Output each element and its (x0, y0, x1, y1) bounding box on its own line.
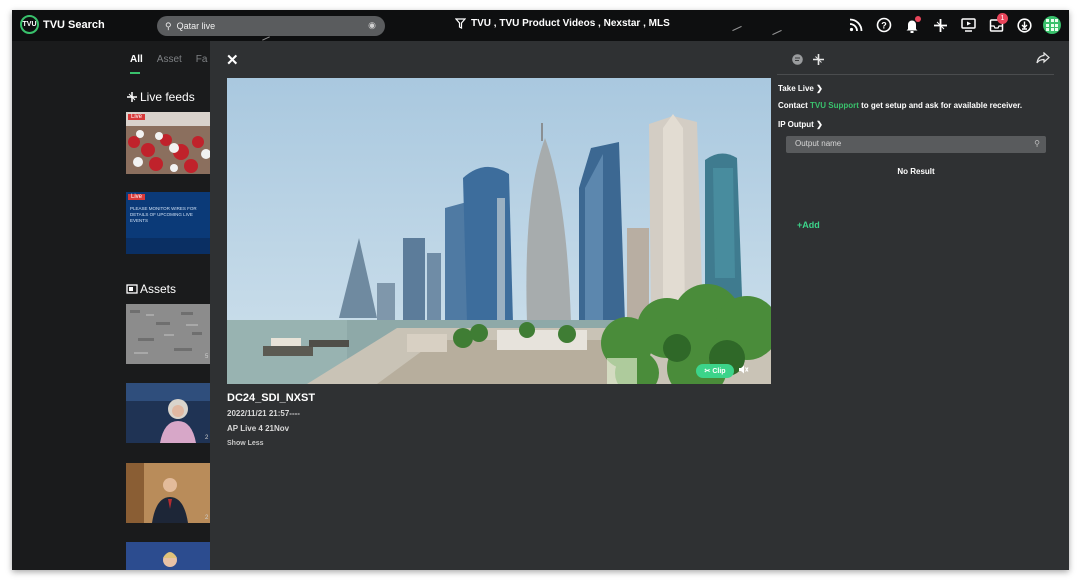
result-tabs: All Asset Fa (130, 54, 208, 74)
crowd-thumbnail (126, 112, 210, 174)
inbox-badge: 1 (997, 13, 1008, 24)
close-icon[interactable]: ✕ (226, 51, 239, 69)
monitor-play-icon[interactable] (957, 14, 979, 36)
live-feeds-heading: Live feeds (126, 90, 195, 104)
clip-button-label: Clip (712, 367, 726, 375)
help-icon[interactable]: ? (873, 14, 895, 36)
camera-search-icon[interactable]: ◉ (368, 20, 376, 31)
source-filter[interactable]: TVU , TVU Product Videos , Nexstar , MLS (455, 18, 670, 29)
receiver-icon[interactable] (791, 53, 804, 69)
anchor-thumbnail (126, 542, 210, 570)
speaker-thumbnail (126, 383, 210, 443)
tab-all[interactable]: All (130, 54, 143, 74)
scissors-icon: ✂ (704, 368, 711, 375)
search-icon: ⚲ (165, 20, 172, 31)
chevron-down-icon: ❯ (816, 84, 823, 93)
apps-grid-icon[interactable] (1041, 14, 1063, 36)
rss-icon[interactable] (845, 14, 867, 36)
app-title: TVU Search (43, 18, 105, 31)
take-live-label: Take Live (778, 84, 814, 93)
doha-skyline-frame (227, 78, 771, 384)
asset-side-label: 2 (205, 515, 209, 521)
download-icon[interactable] (1013, 14, 1035, 36)
contact-suffix: to get setup and ask for available recei… (861, 101, 1023, 110)
output-search: ⚲ (786, 136, 1046, 153)
app-window: TVU TVU Search ⚲ ◉ TVU , TVU Product Vid… (12, 10, 1069, 570)
live-feed-card[interactable]: Live (126, 112, 210, 174)
notification-bell-icon[interactable] (901, 14, 923, 36)
filter-icon (455, 18, 466, 29)
live-feed-card[interactable]: Live PLEASE MONITOR WIRES FOR DETAILS OF… (126, 192, 210, 254)
tab-asset[interactable]: Asset (157, 54, 182, 65)
app-logo[interactable]: TVU TVU Search (20, 15, 105, 34)
filter-label: TVU , TVU Product Videos , Nexstar , MLS (471, 18, 670, 29)
live-feeds-title: Live feeds (140, 90, 195, 104)
asset-card[interactable] (126, 463, 210, 523)
live-badge: Live (128, 114, 146, 120)
asset-card[interactable] (126, 383, 210, 443)
asset-side-label: 2 (205, 435, 209, 441)
svg-text:?: ? (881, 21, 887, 31)
add-output-button[interactable]: +Add (797, 220, 820, 230)
mute-icon[interactable] (738, 364, 749, 378)
asset-side-label: 5 (205, 354, 209, 360)
assets-title: Assets (140, 282, 177, 296)
static-noise-thumbnail (126, 304, 210, 364)
contact-support-text: Contact TVU Support to get setup and ask… (778, 101, 1022, 110)
inbox-icon[interactable]: 1 (985, 13, 1008, 36)
live-feed-caption: PLEASE MONITOR WIRES FOR DETAILS OF UPCO… (130, 206, 197, 223)
take-live-toggle[interactable]: Take Live ❯ (778, 84, 823, 93)
divider (777, 74, 1054, 75)
output-tabs (791, 53, 825, 69)
chevron-down-icon: ❯ (816, 120, 823, 129)
live-feed-icon (127, 92, 137, 102)
video-title: DC24_SDI_NXST (227, 392, 316, 404)
share-icon[interactable] (1036, 51, 1050, 67)
contact-prefix: Contact (778, 101, 808, 110)
notification-dot (915, 16, 921, 22)
search-input[interactable] (176, 21, 357, 31)
transmit-icon[interactable] (812, 53, 825, 69)
asset-preview-modal: ✕ ✂ Clip DC24_SDI_NXST 2022/11/21 21:57-… (210, 41, 1069, 570)
tvu-support-link[interactable]: TVU Support (810, 101, 859, 110)
assets-heading: Assets (126, 282, 176, 296)
asset-card[interactable] (126, 542, 210, 570)
tab-favorites[interactable]: Fa (196, 54, 208, 65)
show-less-link[interactable]: Show Less (227, 440, 264, 447)
tvu-logo-icon: TVU (20, 15, 39, 34)
ip-output-label: IP Output (778, 120, 814, 129)
asset-card[interactable] (126, 304, 210, 364)
assets-icon (126, 284, 138, 294)
output-name-input[interactable] (795, 139, 1015, 148)
transmit-icon[interactable] (929, 14, 951, 36)
header-icons: ? 1 (845, 13, 1063, 36)
politician-thumbnail (126, 463, 210, 523)
video-description: AP Live 4 21Nov (227, 424, 290, 433)
top-bar: TVU TVU Search ⚲ ◉ TVU , TVU Product Vid… (12, 10, 1069, 41)
ip-output-toggle[interactable]: IP Output ❯ (778, 120, 823, 129)
search-icon[interactable]: ⚲ (1034, 139, 1040, 148)
video-datetime: 2022/11/21 21:57---- (227, 409, 300, 418)
search-bar[interactable]: ⚲ ◉ (157, 16, 385, 36)
video-player[interactable]: ✂ Clip (227, 78, 771, 384)
live-badge: Live (128, 194, 146, 200)
no-result-text: No Result (897, 167, 935, 176)
clip-button[interactable]: ✂ Clip (696, 364, 734, 378)
